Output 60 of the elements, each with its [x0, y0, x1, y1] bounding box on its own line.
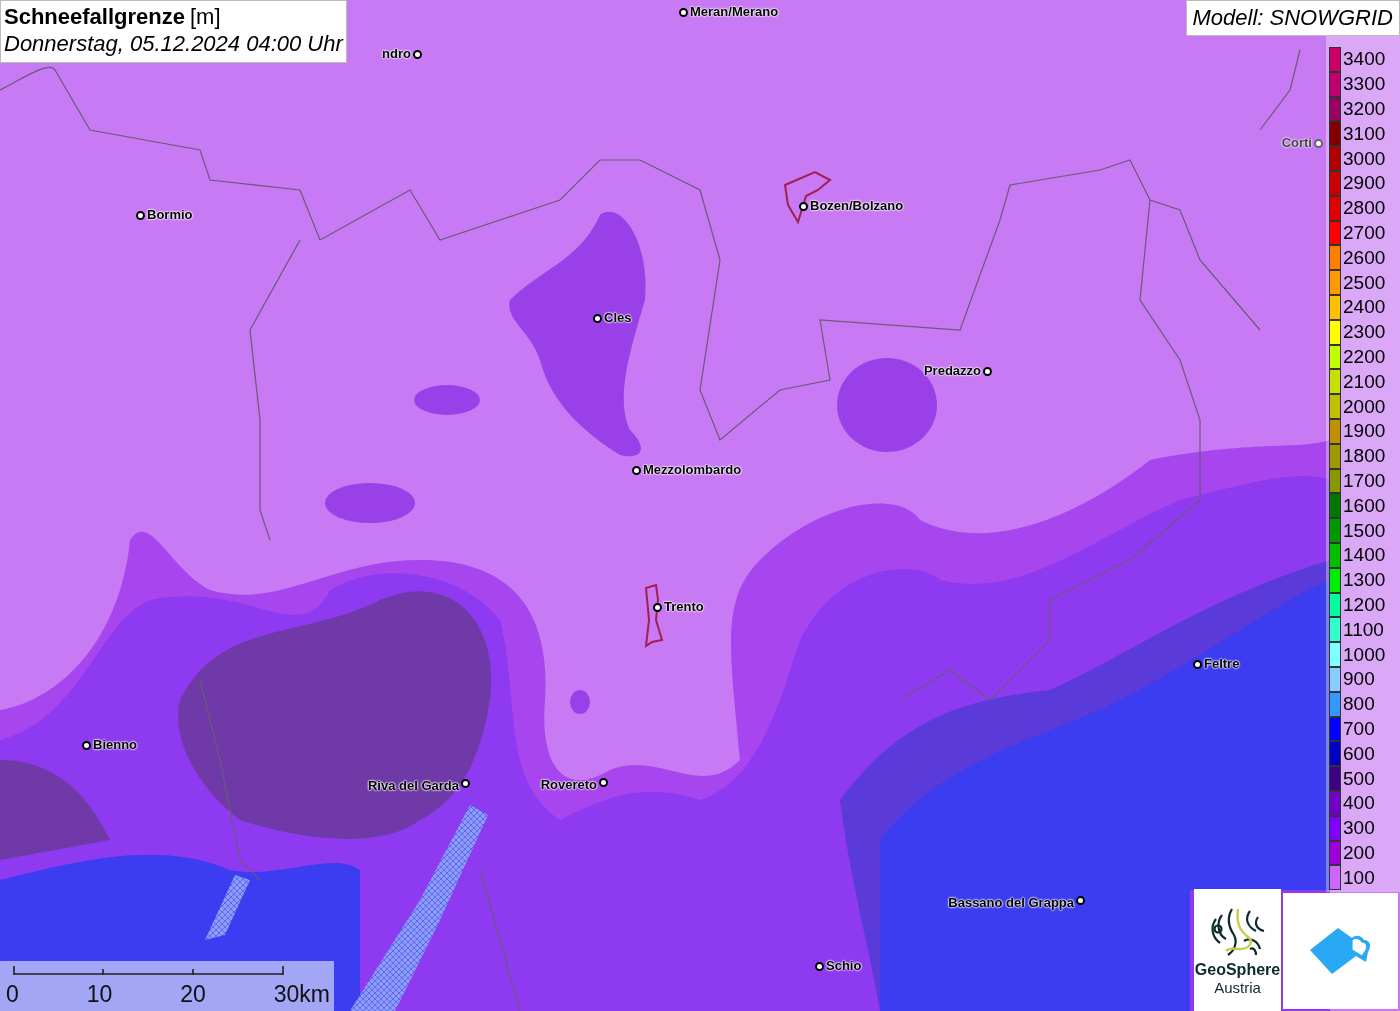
city-label: Meran/Merano — [690, 5, 779, 19]
legend-label: 1000 — [1343, 643, 1386, 666]
city-label: Schio — [826, 959, 862, 973]
legend-label: 2900 — [1343, 172, 1386, 195]
legend-label: 900 — [1343, 668, 1375, 691]
city-label: Bormio — [147, 208, 193, 222]
legend-label: 3100 — [1343, 122, 1386, 145]
legend-label: 2700 — [1343, 221, 1386, 244]
legend-label: 2800 — [1343, 197, 1386, 220]
scale-label: 20 — [180, 980, 206, 1008]
city-label: Riva del Garda — [367, 779, 459, 793]
legend-label: 3300 — [1343, 73, 1386, 96]
legend-label: 2600 — [1343, 246, 1386, 269]
legend-label: 1500 — [1343, 519, 1386, 542]
legend-label: 3400 — [1343, 48, 1386, 71]
scale-label: 10 — [86, 980, 113, 1008]
legend-label: 3000 — [1343, 147, 1386, 170]
legend-label: 700 — [1343, 717, 1375, 740]
legend-label: 1100 — [1343, 618, 1384, 641]
legend-label: 200 — [1343, 841, 1375, 864]
city-label: Cles — [604, 311, 632, 325]
legend-label: 400 — [1343, 792, 1375, 815]
legend-label: 600 — [1343, 742, 1375, 765]
city-label: ndro — [382, 47, 411, 61]
legend-label: 300 — [1343, 817, 1375, 840]
city-label: Bassano del Grappa — [948, 896, 1074, 910]
scale-ruler-icon — [13, 966, 285, 976]
legend-label: 2100 — [1343, 370, 1386, 393]
legend-label: 2000 — [1343, 395, 1386, 418]
legend-label: 2400 — [1343, 296, 1386, 319]
city-label: Rovereto — [540, 778, 597, 792]
city-label: Corti — [1281, 136, 1312, 150]
city-label: Trento — [664, 600, 704, 614]
legend-label: 1600 — [1343, 494, 1386, 517]
legend-label: 2500 — [1343, 271, 1386, 294]
city-label: Feltre — [1204, 657, 1240, 671]
legend-label: 500 — [1343, 767, 1375, 790]
city-label: Bienno — [93, 738, 138, 752]
city-label: Mezzolombardo — [643, 463, 742, 477]
legend-label: 3200 — [1343, 98, 1386, 120]
model-label: Modell: SNOWGRID — [1185, 0, 1400, 36]
legend-label: 100 — [1343, 866, 1375, 889]
forecast-datetime: Donnerstag, 05.12.2024 04:00 Uhr — [4, 30, 343, 58]
legend-label: 800 — [1343, 693, 1375, 716]
logo-name: GeoSphere — [1194, 961, 1281, 979]
legend-label: 2300 — [1343, 321, 1386, 344]
map-title: Schneefallgrenze — [4, 4, 185, 30]
legend-label: 1400 — [1343, 544, 1386, 567]
legend-label: 2200 — [1343, 345, 1386, 368]
city-label: Predazzo — [923, 364, 981, 378]
legend-label: 1300 — [1343, 569, 1386, 592]
scale-label: 0 — [6, 980, 19, 1008]
city-label: Bozen/Bolzano — [810, 199, 904, 213]
logo-subtitle: Austria — [1214, 979, 1261, 997]
legend-label: 1900 — [1343, 420, 1386, 443]
unit-label: [m] — [189, 4, 221, 30]
legend-label: 1800 — [1343, 445, 1386, 468]
legend-label: 1200 — [1343, 593, 1386, 616]
scale-label: 30km — [273, 980, 330, 1008]
legend-label: 1700 — [1343, 469, 1386, 492]
